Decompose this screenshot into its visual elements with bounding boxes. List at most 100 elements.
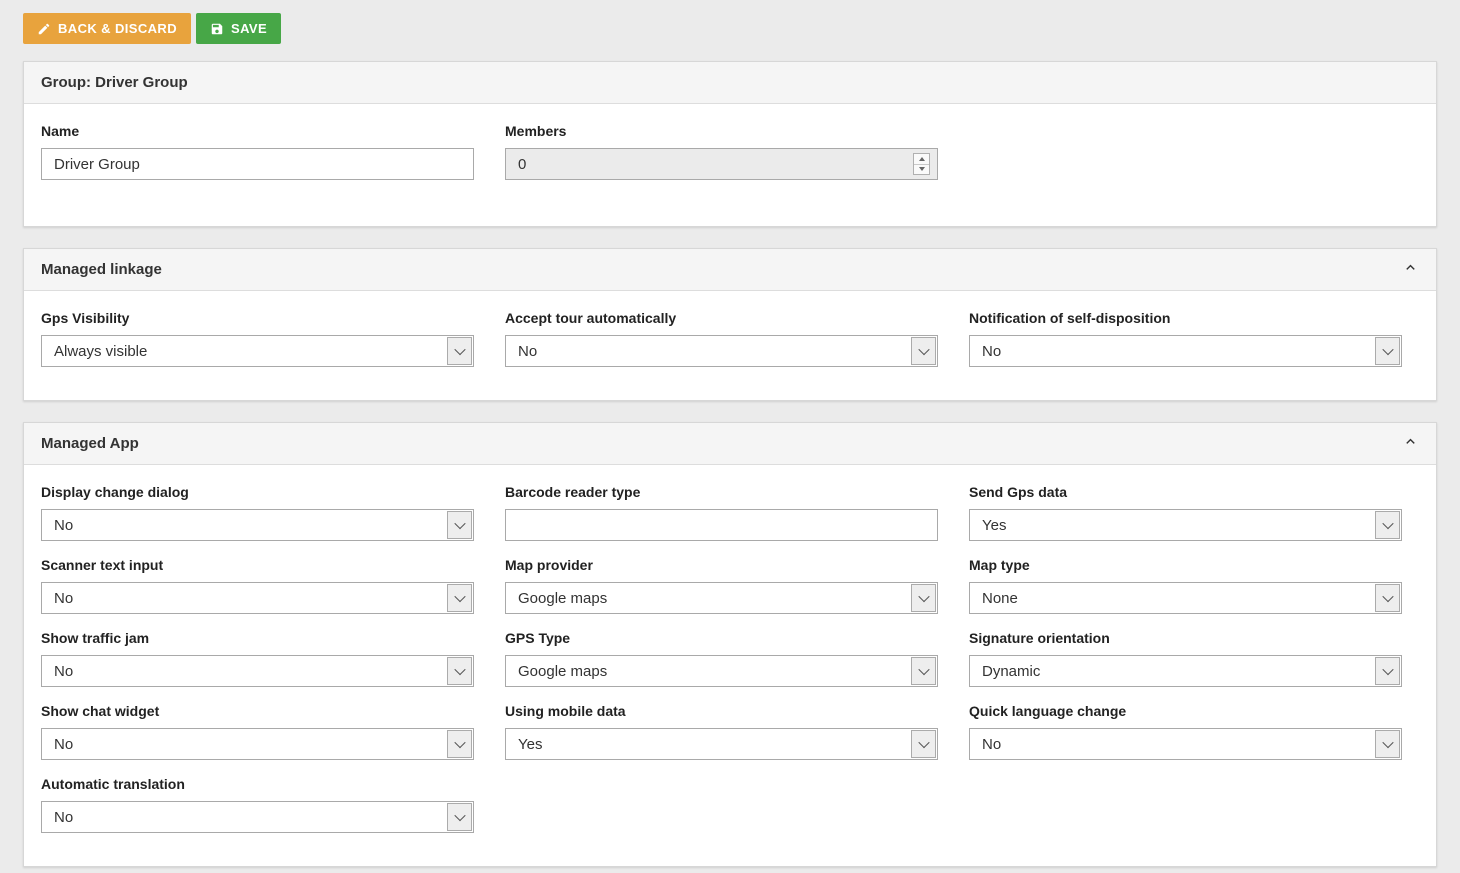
quick-language-change-select[interactable]: No [969,728,1402,760]
map-provider-select[interactable]: Google maps [505,582,938,614]
field-label: Send Gps data [969,484,1402,500]
gps-visibility-select[interactable]: Always visible [41,335,474,367]
back-discard-button[interactable]: BACK & DISCARD [23,13,191,44]
show-chat-widget-field: Show chat widget No [41,703,474,760]
select-arrow-box [1375,584,1400,612]
pencil-icon [37,22,51,36]
field-label: Map type [969,557,1402,573]
select-value: No [42,590,73,607]
managed-linkage-title: Managed linkage [41,261,162,278]
chevron-down-icon [1382,591,1393,602]
select-arrow-box [447,584,472,612]
gps-visibility-field: Gps Visibility Always visible [41,310,474,367]
select-arrow-box [911,337,936,365]
barcode-reader-type-input[interactable] [505,509,938,541]
display-change-dialog-select[interactable]: No [41,509,474,541]
chevron-down-icon [1382,344,1393,355]
automatic-translation-select[interactable]: No [41,801,474,833]
members-number-input: 0 [505,148,938,180]
automatic-translation-field: Automatic translation No [41,776,474,833]
select-arrow-box [911,584,936,612]
field-label: Show chat widget [41,703,474,719]
stepper-down-icon [914,165,929,175]
name-input[interactable] [41,148,474,180]
select-arrow-box [911,657,936,685]
select-value: None [970,590,1018,607]
select-value: No [970,343,1001,360]
chevron-up-icon [1402,433,1419,454]
field-label: Map provider [505,557,938,573]
select-arrow-box [447,511,472,539]
show-traffic-jam-field: Show traffic jam No [41,630,474,687]
signature-orientation-select[interactable]: Dynamic [969,655,1402,687]
field-label: Scanner text input [41,557,474,573]
select-arrow-box [1375,337,1400,365]
select-value: No [42,809,73,826]
send-gps-data-select[interactable]: Yes [969,509,1402,541]
name-field: Name [41,123,474,180]
managed-app-panel: Managed App Display change dialog No Bar… [23,422,1437,867]
chevron-down-icon [1382,737,1393,748]
show-traffic-jam-select[interactable]: No [41,655,474,687]
group-panel-heading: Group: Driver Group [24,62,1436,104]
map-provider-field: Map provider Google maps [505,557,938,614]
field-label: GPS Type [505,630,938,646]
members-value: 0 [506,156,526,173]
chevron-down-icon [454,344,465,355]
gps-type-field: GPS Type Google maps [505,630,938,687]
select-value: No [970,736,1001,753]
select-value: No [42,517,73,534]
chevron-down-icon [918,344,929,355]
accept-tour-automatically-field: Accept tour automatically No [505,310,938,367]
toolbar: BACK & DISCARD SAVE [0,0,1460,44]
select-value: Google maps [506,590,607,607]
field-label: Display change dialog [41,484,474,500]
managed-linkage-heading: Managed linkage [24,249,1436,291]
select-value: No [42,663,73,680]
field-label: Using mobile data [505,703,938,719]
name-label: Name [41,123,474,139]
chevron-down-icon [454,591,465,602]
select-value: Always visible [42,343,147,360]
field-label: Notification of self-disposition [969,310,1402,326]
gps-type-select[interactable]: Google maps [505,655,938,687]
chevron-up-icon [1402,259,1419,280]
quick-language-change-field: Quick language change No [969,703,1402,760]
display-change-dialog-field: Display change dialog No [41,484,474,541]
scanner-text-input-field: Scanner text input No [41,557,474,614]
select-value: Yes [970,517,1006,534]
field-label: Show traffic jam [41,630,474,646]
chevron-down-icon [918,737,929,748]
select-arrow-box [1375,657,1400,685]
managed-linkage-body: Gps Visibility Always visible Accept tou… [24,291,1436,400]
members-stepper [913,153,930,175]
save-button[interactable]: SAVE [196,13,281,44]
chevron-down-icon [454,518,465,529]
field-label: Signature orientation [969,630,1402,646]
managed-app-body: Display change dialog No Barcode reader … [24,465,1436,866]
save-label: SAVE [231,21,267,36]
scanner-text-input-select[interactable]: No [41,582,474,614]
select-arrow-box [911,730,936,758]
field-label: Accept tour automatically [505,310,938,326]
chevron-down-icon [454,664,465,675]
select-value: No [42,736,73,753]
field-label: Gps Visibility [41,310,474,326]
managed-app-heading: Managed App [24,423,1436,465]
using-mobile-data-select[interactable]: Yes [505,728,938,760]
map-type-select[interactable]: None [969,582,1402,614]
show-chat-widget-select[interactable]: No [41,728,474,760]
collapse-button[interactable] [1402,433,1419,454]
barcode-reader-type-field: Barcode reader type [505,484,938,541]
floppy-disk-icon [210,22,224,36]
members-label: Members [505,123,938,139]
map-type-field: Map type None [969,557,1402,614]
group-panel-title: Group: Driver Group [41,74,188,91]
select-value: No [506,343,537,360]
collapse-button[interactable] [1402,259,1419,280]
accept-tour-automatically-select[interactable]: No [505,335,938,367]
select-arrow-box [1375,511,1400,539]
notification-of-self-disposition-select[interactable]: No [969,335,1402,367]
select-arrow-box [1375,730,1400,758]
send-gps-data-field: Send Gps data Yes [969,484,1402,541]
